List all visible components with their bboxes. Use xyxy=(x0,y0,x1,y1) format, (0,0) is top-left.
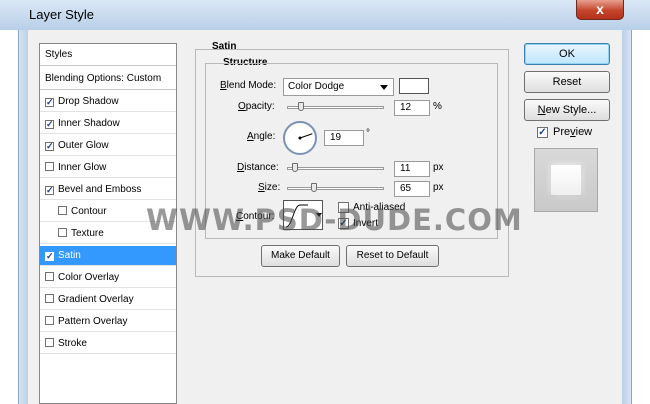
angle-unit: ° xyxy=(366,128,370,139)
chevron-down-icon xyxy=(380,85,388,90)
opacity-label: Opacity: xyxy=(238,101,275,112)
style-checkbox[interactable] xyxy=(45,162,54,171)
distance-slider-thumb[interactable] xyxy=(291,163,298,172)
style-checkbox[interactable]: ✓ xyxy=(45,252,54,261)
preview-thumbnail xyxy=(534,148,598,212)
close-icon: x xyxy=(596,1,604,17)
style-checkbox[interactable] xyxy=(58,228,67,237)
style-item-label: Pattern Overlay xyxy=(58,316,128,327)
style-item-inner-glow[interactable]: Inner Glow xyxy=(40,158,176,178)
opacity-input[interactable]: 12 xyxy=(394,100,430,116)
distance-input[interactable]: 11 xyxy=(394,161,430,177)
style-item-label: Gradient Overlay xyxy=(58,294,134,305)
make-default-button[interactable]: Make Default xyxy=(261,245,340,267)
size-slider-track[interactable] xyxy=(287,187,384,190)
blend-color-swatch[interactable] xyxy=(399,78,429,94)
close-button[interactable]: x xyxy=(576,0,624,20)
style-item-pattern-overlay[interactable]: Pattern Overlay xyxy=(40,312,176,332)
style-checkbox[interactable] xyxy=(45,338,54,347)
angle-label: Angle: xyxy=(247,131,276,142)
watermark-text: WWW.PSD-DUDE.COM xyxy=(146,203,523,237)
size-label: Size: xyxy=(258,182,281,193)
style-item-label: Satin xyxy=(58,250,81,261)
style-checkbox[interactable] xyxy=(45,272,54,281)
style-checkbox[interactable] xyxy=(45,316,54,325)
preview-label: Preview xyxy=(553,126,593,138)
style-item-label: Outer Glow xyxy=(58,140,109,151)
style-checkbox[interactable]: ✓ xyxy=(45,186,54,195)
size-unit: px xyxy=(433,182,444,193)
style-item-inner-shadow[interactable]: ✓ Inner Shadow xyxy=(40,114,176,134)
blending-options-item[interactable]: Blending Options: Custom xyxy=(40,68,176,90)
size-slider-thumb[interactable] xyxy=(310,183,317,192)
style-item-satin[interactable]: ✓ Satin xyxy=(40,246,176,266)
style-checkbox[interactable]: ✓ xyxy=(45,142,54,151)
angle-needle-icon xyxy=(298,133,313,140)
style-checkbox[interactable]: ✓ xyxy=(45,98,54,107)
size-input[interactable]: 65 xyxy=(394,181,430,197)
style-item-label: Drop Shadow xyxy=(58,96,119,107)
angle-input[interactable]: 19 xyxy=(324,130,364,146)
opacity-slider-thumb[interactable] xyxy=(297,102,304,111)
checkmark-icon: ✓ xyxy=(538,127,547,138)
style-item-outer-glow[interactable]: ✓ Outer Glow xyxy=(40,136,176,156)
ok-button[interactable]: OK xyxy=(524,43,610,65)
blend-mode-value: Color Dodge xyxy=(288,81,345,92)
distance-label: Distance: xyxy=(237,162,279,173)
style-checkbox[interactable] xyxy=(58,206,67,215)
style-item-color-overlay[interactable]: Color Overlay xyxy=(40,268,176,288)
reset-button[interactable]: Reset xyxy=(524,71,610,93)
new-style-button[interactable]: New Style... xyxy=(524,99,610,121)
preview-swatch xyxy=(551,165,581,195)
style-item-stroke[interactable]: Stroke xyxy=(40,334,176,354)
distance-slider-track[interactable] xyxy=(287,167,384,170)
opacity-unit: % xyxy=(433,101,442,112)
style-item-label: Contour xyxy=(71,206,107,217)
title-bar: Layer Style x xyxy=(0,0,650,30)
style-item-label: Color Overlay xyxy=(58,272,120,283)
style-item-drop-shadow[interactable]: ✓ Drop Shadow xyxy=(40,92,176,112)
blend-mode-label: Blend Mode: xyxy=(220,80,277,91)
preview-checkbox[interactable]: ✓ xyxy=(537,127,548,138)
new-style-label: New Style... xyxy=(537,104,597,116)
window-title: Layer Style xyxy=(29,7,95,22)
styles-header[interactable]: Styles xyxy=(40,44,176,66)
reset-to-default-button[interactable]: Reset to Default xyxy=(346,245,439,267)
style-item-bevel-and-emboss[interactable]: ✓ Bevel and Emboss xyxy=(40,180,176,200)
style-item-label: Inner Glow xyxy=(58,162,107,173)
style-item-label: Inner Shadow xyxy=(58,118,120,129)
window-frame-left xyxy=(18,30,28,404)
style-item-label: Stroke xyxy=(58,338,87,349)
style-checkbox[interactable]: ✓ xyxy=(45,120,54,129)
style-item-label: Texture xyxy=(71,228,104,239)
style-item-gradient-overlay[interactable]: Gradient Overlay xyxy=(40,290,176,310)
style-item-label: Bevel and Emboss xyxy=(58,184,142,195)
angle-dial[interactable] xyxy=(283,121,317,155)
window-frame-right xyxy=(622,30,632,404)
blend-mode-select[interactable]: Color Dodge xyxy=(283,78,394,96)
distance-unit: px xyxy=(433,162,444,173)
style-checkbox[interactable] xyxy=(45,294,54,303)
